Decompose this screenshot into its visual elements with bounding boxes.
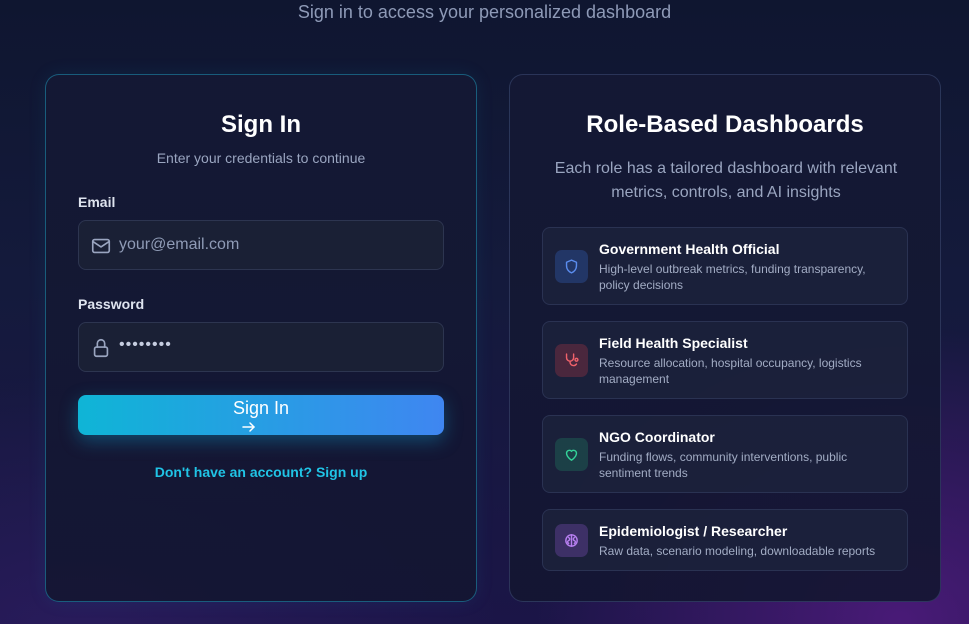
roles-description: Each role has a tailored dashboard with …: [554, 160, 898, 201]
role-badge: [555, 250, 588, 283]
mail-icon: [90, 235, 112, 257]
roles-title: Role-Based Dashboards: [586, 111, 864, 138]
role-card-field-health-specialist[interactable]: Field Health Specialist Resource allocat…: [542, 321, 908, 399]
role-card-government-health-official[interactable]: Government Health Official High-level ou…: [542, 227, 908, 305]
role-title: NGO Coordinator: [599, 429, 715, 445]
signin-card: Sign In Enter your credentials to contin…: [45, 74, 477, 602]
email-placeholder: your@email.com: [119, 236, 240, 253]
arrow-right-icon: [241, 420, 257, 432]
roles-card: Role-Based Dashboards Each role has a ta…: [509, 74, 941, 602]
role-badge: [555, 344, 588, 377]
signin-button-label: Sign In: [232, 398, 290, 418]
role-title: Epidemiologist / Researcher: [599, 523, 788, 539]
role-description: Resource allocation, hospital occupancy,…: [599, 356, 862, 386]
page-subtitle: Sign in to access your personalized dash…: [297, 2, 672, 22]
signin-button[interactable]: Sign In: [78, 395, 444, 435]
role-title: Government Health Official: [599, 241, 780, 257]
role-title: Field Health Specialist: [599, 335, 748, 351]
role-description: Funding flows, community interventions, …: [599, 450, 848, 480]
stethoscope-icon: [565, 353, 579, 367]
password-value: ••••••••: [119, 336, 172, 353]
signin-title: Sign In: [221, 111, 301, 138]
heart-icon: [565, 449, 578, 461]
password-field[interactable]: ••••••••: [78, 322, 444, 372]
brain-icon: [565, 534, 578, 547]
role-description: High-level outbreak metrics, funding tra…: [599, 262, 866, 292]
signin-subtitle: Enter your credentials to continue: [156, 150, 366, 166]
role-card-ngo-coordinator[interactable]: NGO Coordinator Funding flows, community…: [542, 415, 908, 493]
role-badge: [555, 438, 588, 471]
password-label: Password: [78, 296, 145, 312]
email-label: Email: [78, 194, 116, 210]
role-badge: [555, 524, 588, 557]
signup-link[interactable]: Don't have an account? Sign up: [46, 464, 476, 480]
email-field[interactable]: your@email.com: [78, 220, 444, 270]
role-card-epidemiologist-researcher[interactable]: Epidemiologist / Researcher Raw data, sc…: [542, 509, 908, 571]
lock-icon: [90, 337, 112, 359]
role-description: Raw data, scenario modeling, downloadabl…: [599, 544, 876, 558]
shield-icon: [565, 259, 578, 274]
